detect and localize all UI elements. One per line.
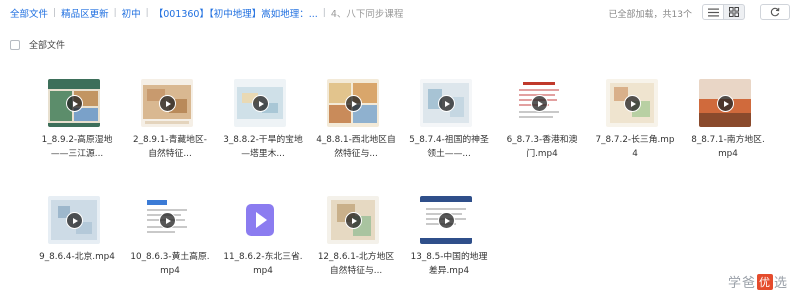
video-thumbnail[interactable] (141, 79, 193, 127)
watermark-badge: 优 (757, 273, 774, 290)
breadcrumb-separator-icon: | (145, 8, 149, 18)
play-icon (159, 95, 176, 112)
video-thumbnail[interactable] (48, 79, 100, 127)
grid-view-button[interactable] (723, 4, 745, 20)
video-thumbnail[interactable] (327, 79, 379, 127)
file-name[interactable]: 7_8.7.2-长三角.mp4 (595, 133, 675, 161)
grid-icon (729, 7, 739, 17)
video-thumbnail[interactable] (141, 196, 193, 244)
file-name[interactable]: 8_8.7.1-南方地区.mp4 (688, 133, 768, 161)
play-icon (717, 95, 734, 112)
play-icon (66, 95, 83, 112)
video-thumbnail[interactable] (234, 79, 286, 127)
video-thumbnail[interactable] (420, 196, 472, 244)
breadcrumb-separator-icon: | (322, 8, 326, 18)
select-all-checkbox[interactable] (10, 39, 20, 50)
watermark-text: 学爸 (728, 276, 757, 291)
file-name[interactable]: 3_8.8.2-干旱的宝地—塔里木... (223, 133, 303, 161)
play-icon (345, 95, 362, 112)
breadcrumb: 全部文件 | 精品区更新 | 初中 | 【001360】【初中地理】嵩如地理：.… (10, 6, 403, 20)
video-file-icon-image (246, 204, 274, 236)
file-name[interactable]: 1_8.9.2-高原湿地——三江源... (37, 133, 117, 161)
select-all-label: 全部文件 (29, 41, 66, 51)
watermark-text: 选 (774, 276, 789, 291)
video-thumbnail[interactable] (327, 196, 379, 244)
video-file-icon[interactable] (234, 196, 286, 244)
file-name[interactable]: 9_8.6.4-北京.mp4 (37, 250, 117, 264)
refresh-button[interactable] (760, 4, 790, 20)
load-status: 已全部加载，共13个 (608, 10, 692, 20)
file-name[interactable]: 13_8.5-中国的地理差异.mp4 (409, 250, 489, 278)
list-view-button[interactable] (702, 4, 724, 20)
video-thumbnail[interactable] (420, 79, 472, 127)
play-icon (531, 95, 548, 112)
breadcrumb-junior-high[interactable]: 初中 (122, 6, 141, 20)
video-thumbnail[interactable] (48, 196, 100, 244)
breadcrumb-separator-icon: | (113, 8, 117, 18)
file-name[interactable]: 5_8.7.4-祖国的神圣领土——... (409, 133, 489, 161)
play-icon (345, 212, 362, 229)
file-name[interactable]: 12_8.6.1-北方地区自然特征与... (316, 250, 396, 278)
list-icon (707, 8, 719, 16)
video-thumbnail[interactable] (606, 79, 658, 127)
file-name[interactable]: 10_8.6.3-黄土高原.mp4 (130, 250, 210, 278)
breadcrumb-premium-updates[interactable]: 精品区更新 (61, 6, 109, 20)
refresh-icon (770, 7, 780, 17)
file-name[interactable]: 6_8.7.3-香港和澳门.mp4 (502, 133, 582, 161)
breadcrumb-all-files[interactable]: 全部文件 (10, 6, 48, 20)
file-name[interactable]: 2_8.9.1-青藏地区-自然特征... (130, 133, 210, 161)
select-all[interactable]: 全部文件 (10, 38, 65, 51)
breadcrumb-separator-icon: | (53, 8, 57, 18)
play-icon (438, 212, 455, 229)
watermark-logo: 学爸优选 (728, 272, 788, 291)
file-name[interactable]: 11_8.6.2-东北三省.mp4 (223, 250, 303, 278)
play-icon (159, 212, 176, 229)
breadcrumb-course-folder[interactable]: 【001360】【初中地理】嵩如地理：... (154, 6, 318, 20)
play-icon (66, 212, 83, 229)
breadcrumb-current: 4、八下同步课程 (330, 9, 404, 20)
file-name[interactable]: 4_8.8.1-西北地区自然特征与... (316, 133, 396, 161)
play-icon (438, 95, 455, 112)
video-thumbnail[interactable] (699, 79, 751, 127)
video-thumbnail[interactable] (513, 79, 565, 127)
play-icon (624, 95, 641, 112)
top-bar: 全部文件 | 精品区更新 | 初中 | 【001360】【初中地理】嵩如地理：.… (0, 0, 800, 26)
play-icon (252, 95, 269, 112)
